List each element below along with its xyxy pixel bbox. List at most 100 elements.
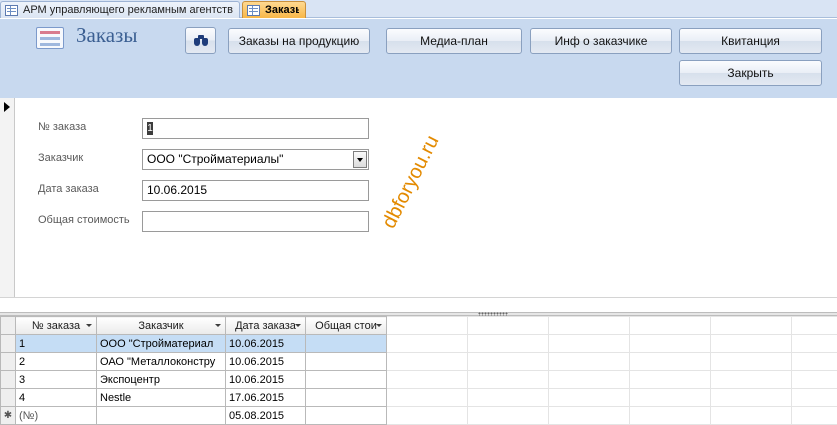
orders-datasheet: № заказа Заказчик Дата заказа Общая стои… xyxy=(0,316,837,425)
form-header: Заказы Заказы на продукцию Медиа-план Ин… xyxy=(0,19,837,98)
total-cost-field[interactable] xyxy=(142,211,369,232)
empty-cell xyxy=(548,334,630,353)
empty-cell xyxy=(467,406,549,425)
select-all-corner[interactable] xyxy=(0,316,16,335)
table-row[interactable]: 3 Экспоцентр 10.06.2015 xyxy=(0,370,837,389)
cell-order-date[interactable]: 10.06.2015 xyxy=(225,352,306,371)
empty-cell xyxy=(386,388,468,407)
empty-cell xyxy=(548,406,630,425)
column-header-customer[interactable]: Заказчик xyxy=(96,316,226,335)
new-record-row[interactable]: ✱ (№) 05.08.2015 xyxy=(0,406,837,425)
order-number-label: № заказа xyxy=(38,121,87,133)
sort-dropdown-icon[interactable] xyxy=(215,324,221,327)
cell-order-number[interactable]: 4 xyxy=(15,388,97,407)
column-header-order-date[interactable]: Дата заказа xyxy=(225,316,306,335)
empty-cell xyxy=(710,406,792,425)
cell-order-date[interactable]: 17.06.2015 xyxy=(225,388,306,407)
column-header-row: № заказа Заказчик Дата заказа Общая стои xyxy=(0,316,837,335)
cell-order-date[interactable]: 05.08.2015 xyxy=(225,406,306,425)
cell-total-cost[interactable] xyxy=(305,388,387,407)
row-selector[interactable] xyxy=(0,388,16,407)
cell-customer[interactable]: ОАО "Металлоконстру xyxy=(96,352,226,371)
empty-cell xyxy=(548,352,630,371)
form-detail: № заказа 1 Заказчик ООО "Стройматериалы"… xyxy=(0,98,837,297)
cell-total-cost[interactable] xyxy=(305,334,387,353)
order-date-value: 10.06.2015 xyxy=(147,183,208,197)
cell-order-date[interactable]: 10.06.2015 xyxy=(225,370,306,389)
cell-total-cost[interactable] xyxy=(305,370,387,389)
empty-cell xyxy=(548,388,630,407)
new-record-icon: ✱ xyxy=(0,406,16,425)
cell-order-date[interactable]: 10.06.2015 xyxy=(225,334,306,353)
orders-products-button[interactable]: Заказы на продукцию xyxy=(228,28,370,54)
empty-cell xyxy=(710,334,792,353)
column-title: Дата заказа xyxy=(235,319,296,332)
form-icon xyxy=(5,4,18,16)
tab-orders[interactable]: Заказы xyxy=(242,1,306,18)
column-title: № заказа xyxy=(31,319,81,332)
page-title: Заказы xyxy=(76,23,138,47)
empty-cell xyxy=(629,388,711,407)
empty-cell xyxy=(386,352,468,371)
table-row[interactable]: 2 ОАО "Металлоконстру 10.06.2015 xyxy=(0,352,837,371)
empty-cell xyxy=(710,388,792,407)
column-title: Заказчик xyxy=(138,319,184,332)
cell-total-cost[interactable] xyxy=(305,352,387,371)
cell-customer[interactable]: Nestle xyxy=(96,388,226,407)
sort-dropdown-icon[interactable] xyxy=(376,324,382,327)
empty-column xyxy=(548,316,630,335)
empty-cell xyxy=(386,406,468,425)
cell-order-number[interactable]: (№) xyxy=(15,406,97,425)
order-date-field[interactable]: 10.06.2015 xyxy=(142,180,369,201)
sort-dropdown-icon[interactable] xyxy=(86,324,92,327)
chevron-down-icon[interactable] xyxy=(353,151,367,168)
split-form-divider xyxy=(0,297,837,316)
empty-column xyxy=(710,316,792,335)
empty-cell xyxy=(467,388,549,407)
cell-order-number[interactable]: 1 xyxy=(15,334,97,353)
empty-cell xyxy=(791,406,837,425)
row-selector[interactable] xyxy=(0,334,16,353)
empty-column xyxy=(467,316,549,335)
record-selector[interactable] xyxy=(0,98,15,297)
cell-total-cost[interactable] xyxy=(305,406,387,425)
sort-dropdown-icon[interactable] xyxy=(295,324,301,327)
datasheet: № заказа Заказчик Дата заказа Общая стои… xyxy=(0,316,837,425)
empty-cell xyxy=(548,370,630,389)
empty-cell xyxy=(791,352,837,371)
empty-column xyxy=(386,316,468,335)
order-number-value: 1 xyxy=(147,122,153,136)
empty-cell xyxy=(710,352,792,371)
cell-customer[interactable]: ООО "Стройматериал xyxy=(96,334,226,353)
close-button[interactable]: Закрыть xyxy=(679,60,822,86)
customer-info-button[interactable]: Инф о заказчике xyxy=(530,28,672,54)
cell-order-number[interactable]: 2 xyxy=(15,352,97,371)
column-header-total-cost[interactable]: Общая стои xyxy=(305,316,387,335)
table-row[interactable]: 1 ООО "Стройматериал 10.06.2015 xyxy=(0,334,837,353)
search-button[interactable] xyxy=(185,27,216,54)
empty-cell xyxy=(629,370,711,389)
row-selector[interactable] xyxy=(0,370,16,389)
empty-cell xyxy=(467,352,549,371)
order-date-label: Дата заказа xyxy=(38,183,99,195)
tab-label: Заказы xyxy=(265,4,299,16)
receipt-button[interactable]: Квитанция xyxy=(679,28,822,54)
form-icon xyxy=(36,27,64,49)
cell-customer[interactable]: Экспоцентр xyxy=(96,370,226,389)
total-cost-label: Общая стоимость xyxy=(38,214,130,226)
empty-cell xyxy=(629,406,711,425)
empty-column xyxy=(629,316,711,335)
row-selector[interactable] xyxy=(0,352,16,371)
media-plan-button[interactable]: Медиа-план xyxy=(386,28,522,54)
table-row[interactable]: 4 Nestle 17.06.2015 xyxy=(0,388,837,407)
empty-cell xyxy=(710,370,792,389)
cell-order-number[interactable]: 3 xyxy=(15,370,97,389)
cell-customer[interactable] xyxy=(96,406,226,425)
empty-cell xyxy=(386,334,468,353)
binoculars-icon xyxy=(193,35,208,46)
tab-main-menu[interactable]: АРМ управляющего рекламным агентством xyxy=(0,1,240,18)
order-number-field[interactable]: 1 xyxy=(142,118,369,139)
column-header-order-number[interactable]: № заказа xyxy=(15,316,97,335)
document-tab-bar: АРМ управляющего рекламным агентством За… xyxy=(0,0,837,18)
customer-combobox[interactable]: ООО "Стройматериалы" xyxy=(142,149,369,170)
